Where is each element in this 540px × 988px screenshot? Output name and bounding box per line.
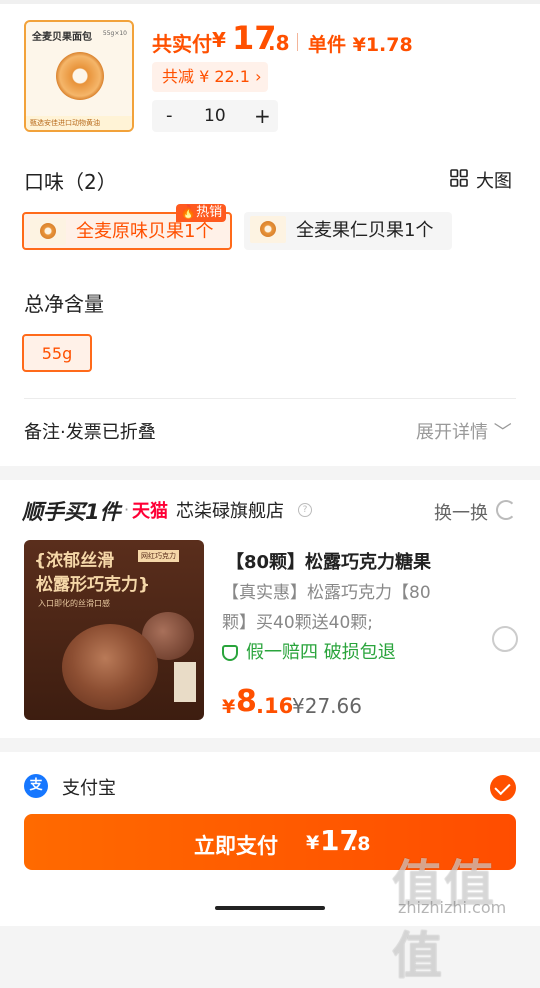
swap-button[interactable]: 换一换 (434, 499, 488, 525)
add-on-brand-title: 顺手买1件 (22, 500, 121, 524)
image-subtitle: 入口即化的丝滑口感 (38, 599, 110, 608)
image-tag: 网红巧克力 (138, 550, 179, 562)
bagel-image (56, 52, 104, 100)
store-name[interactable]: 芯柒碌旗舰店 (176, 497, 284, 523)
recommended-product-description: 【真实惠】松露巧克力【80颗】买40颗送40颗; (222, 583, 431, 633)
refresh-icon[interactable] (496, 500, 516, 520)
quantity-stepper: - 10 + (152, 100, 278, 132)
remark-invoice-label: 备注·发票已折叠 (24, 422, 156, 443)
decrease-quantity-button[interactable]: - (166, 100, 173, 132)
image-headline: 松露形巧克力} (36, 575, 151, 595)
guarantee-line: 假一赔四 破损包退 (222, 638, 396, 664)
total-paid-currency: ¥ (212, 28, 226, 52)
alipay-icon: 支 (24, 774, 48, 798)
add-on-original-price: ¥27.66 (292, 694, 362, 718)
thumbnail-spec: 55g×10 (102, 30, 127, 37)
product-thumbnail[interactable]: 全麦贝果面包 55g×10 甄选安佳进口动物黄油 (24, 20, 134, 132)
guarantee-text: 假一赔四 破损包退 (246, 642, 396, 663)
truffle-image (62, 624, 158, 710)
payment-selected-check-icon[interactable] (490, 775, 516, 801)
discount-detail-button[interactable]: 共减 ¥ 22.1 › (152, 62, 268, 92)
total-paid-label: 共实付 (152, 32, 212, 56)
tmall-logo: 天猫 (132, 501, 168, 522)
flavor-option-nut[interactable]: 全麦果仁贝果1个 (244, 212, 452, 250)
quantity-value[interactable]: 10 (204, 100, 226, 132)
size-option-55g[interactable]: 55g (22, 334, 92, 372)
separator-dot: · (124, 500, 130, 519)
add-on-price-decimal: .16 (256, 694, 294, 718)
hot-sale-badge: 🔥热销 (176, 204, 227, 222)
flavor-thumbnail (30, 218, 66, 245)
pay-now-label: 立即支付 (194, 834, 278, 858)
pay-now-decimal: .8 (350, 833, 371, 855)
image-headline: {浓郁丝滑 (34, 551, 115, 571)
net-content-section-title: 总净含量 (24, 292, 104, 316)
home-indicator[interactable] (215, 906, 325, 910)
flavor-option-label: 全麦果仁贝果1个 (296, 220, 434, 241)
price-divider (297, 33, 298, 51)
watermark-url: zhizhizhi.com (398, 898, 507, 917)
payment-method-label[interactable]: 支付宝 (62, 774, 116, 800)
expand-details-button[interactable]: 展开详情 ﹀ (416, 418, 512, 444)
chocolate-product-image[interactable]: {浓郁丝滑 松露形巧克力} 网红巧克力 入口即化的丝滑口感 (24, 540, 204, 720)
flavor-thumbnail (250, 216, 286, 243)
increase-quantity-button[interactable]: + (254, 100, 271, 132)
recommended-product-title[interactable]: 【80颗】松露巧克力糖果 (226, 548, 431, 574)
total-paid-decimal: .8 (268, 31, 290, 55)
pay-now-currency: ¥ (306, 832, 320, 854)
add-on-price-currency: ¥ (222, 696, 236, 718)
big-view-button[interactable]: 大图 (476, 167, 512, 193)
divider (24, 398, 516, 399)
package-label (174, 662, 196, 702)
flavor-section-title: 口味（2） (24, 170, 117, 194)
add-on-price-integer: 8 (236, 684, 257, 719)
unit-price: 单件 ¥1.78 (308, 34, 413, 56)
thumbnail-title: 全麦贝果面包 (32, 32, 92, 43)
thumbnail-banner: 甄选安佳进口动物黄油 (26, 116, 132, 130)
shield-check-icon (222, 645, 238, 661)
help-icon[interactable]: ? (298, 503, 312, 517)
select-add-on-radio[interactable] (492, 626, 518, 652)
grid-view-icon[interactable] (450, 169, 468, 187)
